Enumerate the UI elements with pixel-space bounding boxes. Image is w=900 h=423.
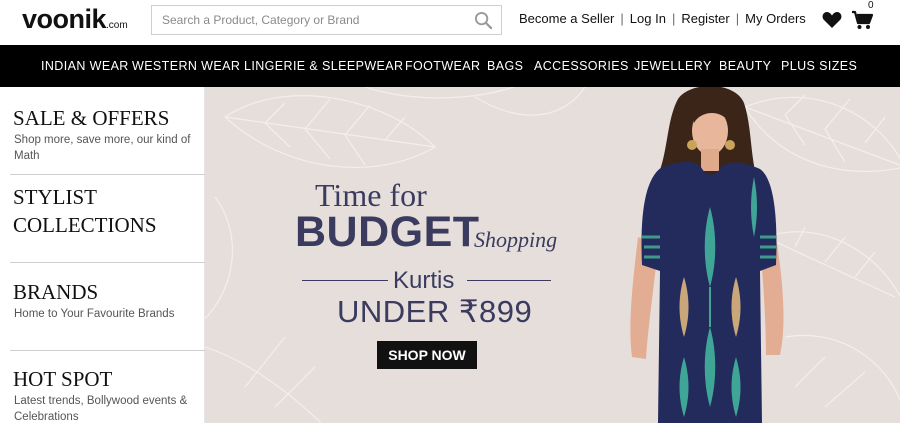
- model-kurta-image: [630, 87, 784, 423]
- become-seller-link[interactable]: Become a Seller: [519, 11, 614, 26]
- site-logo[interactable]: voonik.com: [22, 4, 128, 35]
- my-orders-link[interactable]: My Orders: [745, 11, 806, 26]
- promo-banner[interactable]: Time for BUDGET Shopping Kurtis UNDER ₹8…: [205, 87, 900, 423]
- sidebar-item-hot-spot[interactable]: HOT SPOT Latest trends, Bollywood events…: [10, 365, 205, 423]
- account-links: Become a Seller | Log In | Register | My Order…: [519, 11, 806, 26]
- banner-price: UNDER ₹899: [337, 294, 533, 329]
- search-icon[interactable]: [474, 11, 493, 30]
- sidebar-item-title: SALE & OFFERS: [13, 106, 170, 130]
- banner-product-kurtis: Kurtis: [393, 267, 455, 294]
- sidebar-item-title: HOT SPOT: [13, 367, 113, 391]
- sidebar-item-subtitle: Shop more, save more, our kind of Math: [14, 134, 191, 162]
- shop-now-button[interactable]: SHOP NOW: [377, 341, 477, 369]
- nav-item-western-wear[interactable]: WESTERN WEAR: [132, 59, 240, 73]
- nav-item-beauty[interactable]: BEAUTY: [719, 59, 771, 73]
- site-header: voonik.com Become a Seller|Log In|Regist…: [0, 0, 900, 45]
- sidebar-item-subtitle: Latest trends, Bollywood events & Celebr…: [14, 395, 188, 423]
- banner-headline-shopping: Shopping: [474, 227, 558, 252]
- banner-headline-budget: BUDGET: [295, 208, 480, 256]
- sidebar: SALE & OFFERS Shop more, save more, our …: [0, 87, 205, 423]
- wishlist-heart-icon[interactable]: [822, 11, 842, 29]
- nav-item-jewellery[interactable]: JEWELLERY: [634, 59, 712, 73]
- cart-icon[interactable]: [851, 10, 873, 30]
- sidebar-item-stylist-collections[interactable]: STYLIST COLLECTIONS: [10, 183, 205, 263]
- nav-item-plus-sizes[interactable]: PLUS SIZES: [781, 59, 857, 73]
- nav-item-bags[interactable]: BAGS: [487, 59, 523, 73]
- category-nav: INDIAN WEAR WESTERN WEAR LINGERIE & SLEE…: [0, 45, 900, 87]
- banner-divider-right: [467, 280, 551, 281]
- sidebar-item-title: BRANDS: [13, 280, 99, 304]
- sidebar-item-brands[interactable]: BRANDS Home to Your Favourite Brands: [10, 278, 205, 351]
- nav-item-accessories[interactable]: ACCESSORIES: [534, 59, 629, 73]
- nav-item-footwear[interactable]: FOOTWEAR: [405, 59, 480, 73]
- sidebar-item-title: STYLIST COLLECTIONS: [13, 185, 157, 237]
- banner-divider-left: [302, 280, 388, 281]
- search-input[interactable]: [152, 6, 462, 34]
- sidebar-item-sale-offers[interactable]: SALE & OFFERS Shop more, save more, our …: [10, 104, 205, 175]
- search-box: [151, 5, 502, 35]
- cart-count-badge: 0: [868, 0, 874, 11]
- nav-item-indian-wear[interactable]: INDIAN WEAR: [41, 59, 129, 73]
- nav-item-lingerie-sleepwear[interactable]: LINGERIE & SLEEPWEAR: [244, 59, 403, 73]
- register-link[interactable]: Register: [681, 11, 729, 26]
- sidebar-item-subtitle: Home to Your Favourite Brands: [14, 308, 175, 320]
- login-link[interactable]: Log In: [630, 11, 666, 26]
